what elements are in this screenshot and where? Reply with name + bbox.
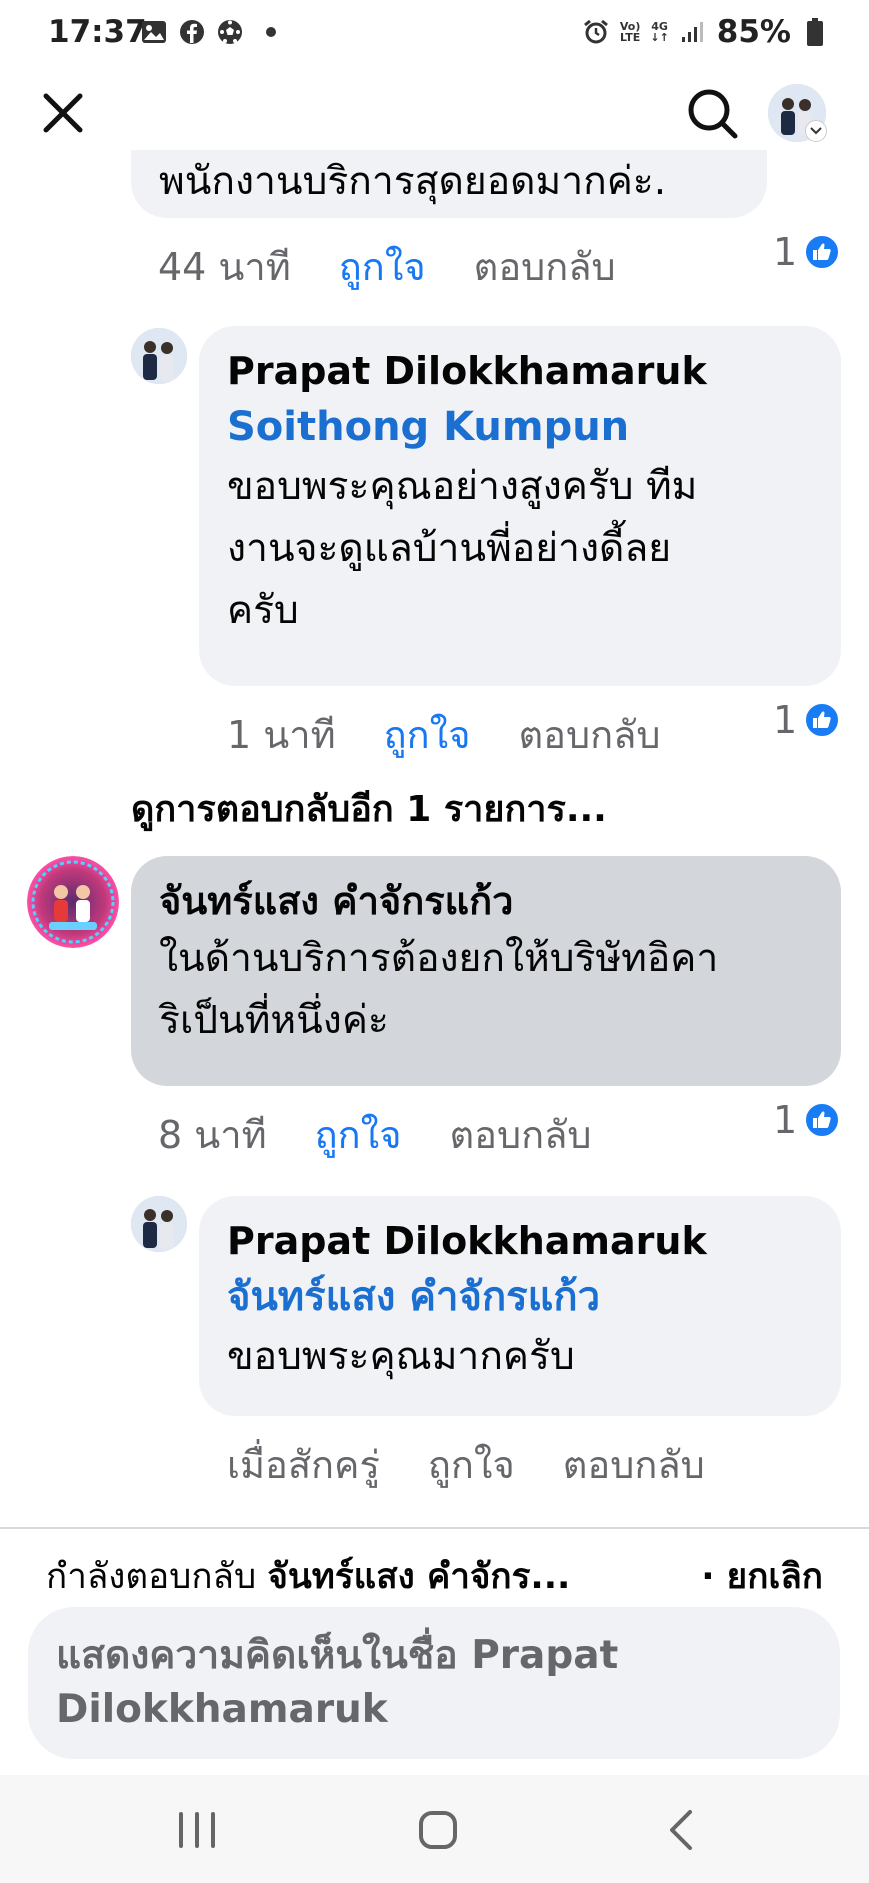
home-button[interactable]	[408, 1805, 468, 1855]
commenter-avatar[interactable]	[131, 328, 187, 384]
signal-icon	[679, 18, 707, 46]
replying-target: จันทร์แสง คำจักร...	[267, 1557, 571, 1597]
commenter-avatar[interactable]	[131, 1196, 187, 1252]
reply-button[interactable]: ตอบกลับ	[474, 236, 616, 297]
reaction-number: 1	[773, 1098, 798, 1142]
comment-time: 1 นาที	[227, 713, 336, 757]
comment-text-line: ริเป็นที่หนึ่งค่ะ	[159, 998, 389, 1043]
recent-apps-button[interactable]	[167, 1805, 227, 1855]
account-switch-chevron[interactable]	[805, 120, 827, 142]
comment-actions: เมื่อสักครู่ ถูกใจ ตอบกลับ	[227, 1434, 705, 1495]
comments-screen: 17:37 Vo) LTE 4G ↓↑ 85% พนักงานบริการสุด…	[0, 0, 869, 1883]
view-more-replies-link[interactable]: ดูการตอบกลับอีก 1 รายการ...	[131, 780, 607, 837]
reaction-count[interactable]: 1	[773, 1098, 842, 1142]
volte-label: Vo) LTE	[619, 20, 641, 44]
like-reaction-icon	[803, 233, 842, 271]
reaction-count[interactable]: 1	[773, 230, 842, 274]
comment-time: 8 นาที	[158, 1113, 267, 1157]
alarm-icon	[582, 18, 610, 46]
comment-input-placeholder: Dilokkhamaruk	[56, 1687, 388, 1732]
system-indicators: Vo) LTE 4G ↓↑ 85%	[582, 14, 829, 50]
reply-button[interactable]: ตอบกลับ	[449, 1104, 591, 1165]
back-icon	[670, 1810, 692, 1850]
battery-icon	[801, 18, 829, 46]
comment-actions: 8 นาที ถูกใจ ตอบกลับ	[158, 1104, 592, 1165]
like-reaction-icon	[803, 701, 842, 739]
mention-link[interactable]: Soithong Kumpun	[227, 398, 813, 456]
comment-actions: 1 นาที ถูกใจ ตอบกลับ	[227, 704, 661, 765]
reaction-count[interactable]: 1	[773, 698, 842, 742]
chevron-down-icon	[810, 127, 822, 135]
comment-time: 44 นาที	[158, 245, 291, 289]
close-icon	[43, 93, 83, 133]
comment-time: เมื่อสักครู่	[227, 1443, 380, 1487]
reply-button[interactable]: ตอบกลับ	[518, 704, 660, 765]
comment-text-line: ขอบพระคุณอย่างสูงครับ ทีม	[227, 464, 698, 509]
comment-text-line: ขอบพระคุณมากครับ	[227, 1334, 575, 1379]
reply-bubble[interactable]: Prapat Dilokkhamaruk Soithong Kumpun ขอบ…	[199, 326, 841, 686]
like-button[interactable]: ถูกใจ	[315, 1104, 402, 1165]
like-reaction-icon	[803, 1101, 842, 1139]
status-time: 17:37	[48, 14, 147, 50]
gallery-icon	[140, 18, 168, 46]
comment-author[interactable]: จันทร์แสง คำจักรแก้ว	[159, 874, 813, 928]
network-type-label: 4G ↓↑	[650, 20, 669, 44]
cancel-reply-button[interactable]: · ยกเลิก	[701, 1549, 823, 1604]
comment-author[interactable]: Prapat Dilokkhamaruk	[227, 1214, 813, 1268]
comment-bubble[interactable]: พนักงานบริการสุดยอดมากค่ะ.	[131, 150, 767, 218]
notification-icons	[140, 18, 276, 46]
reply-bubble[interactable]: Prapat Dilokkhamaruk จันทร์แสง คำจักรแก้…	[199, 1196, 841, 1416]
comment-actions: 44 นาที ถูกใจ ตอบกลับ	[158, 236, 616, 297]
replying-prefix: กำลังตอบกลับ	[46, 1557, 257, 1597]
comment-input-placeholder: แสดงความคิดเห็นในชื่อ Prapat	[56, 1633, 619, 1678]
replying-to-label: กำลังตอบกลับ จันทร์แสง คำจักร...	[46, 1549, 570, 1604]
status-bar: 17:37 Vo) LTE 4G ↓↑ 85%	[0, 0, 869, 70]
back-button[interactable]	[652, 1805, 712, 1855]
more-notifications-dot	[266, 27, 276, 37]
replying-to-bar: กำลังตอบกลับ จันทร์แสง คำจักร... · ยกเลิ…	[0, 1529, 869, 1609]
soccer-ball-icon	[216, 18, 244, 46]
search-icon	[688, 89, 738, 139]
top-bar	[0, 70, 869, 150]
like-button[interactable]: ถูกใจ	[339, 236, 426, 297]
recent-apps-icon	[179, 1812, 215, 1848]
comment-input[interactable]: แสดงความคิดเห็นในชื่อ Prapat Dilokkhamar…	[28, 1607, 840, 1759]
search-button[interactable]	[685, 86, 741, 142]
system-navigation-bar	[0, 1775, 869, 1883]
battery-percent: 85%	[716, 14, 791, 50]
reaction-number: 1	[773, 698, 798, 742]
comment-thread: พนักงานบริการสุดยอดมากค่ะ. 44 นาที ถูกใจ…	[0, 150, 869, 1528]
home-icon	[419, 1811, 457, 1849]
comment-text: พนักงานบริการสุดยอดมากค่ะ.	[159, 159, 667, 204]
comment-author[interactable]: Prapat Dilokkhamaruk	[227, 344, 813, 398]
reply-button[interactable]: ตอบกลับ	[563, 1434, 705, 1495]
close-button[interactable]	[38, 88, 88, 138]
facebook-icon	[178, 18, 206, 46]
reaction-number: 1	[773, 230, 798, 274]
comment-bubble-highlighted[interactable]: จันทร์แสง คำจักรแก้ว ในด้านบริการต้องยกใ…	[131, 856, 841, 1086]
comment-text-line: ครับ	[227, 588, 299, 633]
like-button[interactable]: ถูกใจ	[428, 1434, 515, 1495]
like-button[interactable]: ถูกใจ	[384, 704, 471, 765]
comment-text-line: ในด้านบริการต้องยกให้บริษัทอิคา	[159, 936, 719, 981]
comment-text-line: งานจะดูแลบ้านพี่อย่างดี้ลย	[227, 526, 672, 571]
mention-link[interactable]: จันทร์แสง คำจักรแก้ว	[227, 1268, 813, 1326]
commenter-avatar[interactable]	[27, 856, 119, 948]
